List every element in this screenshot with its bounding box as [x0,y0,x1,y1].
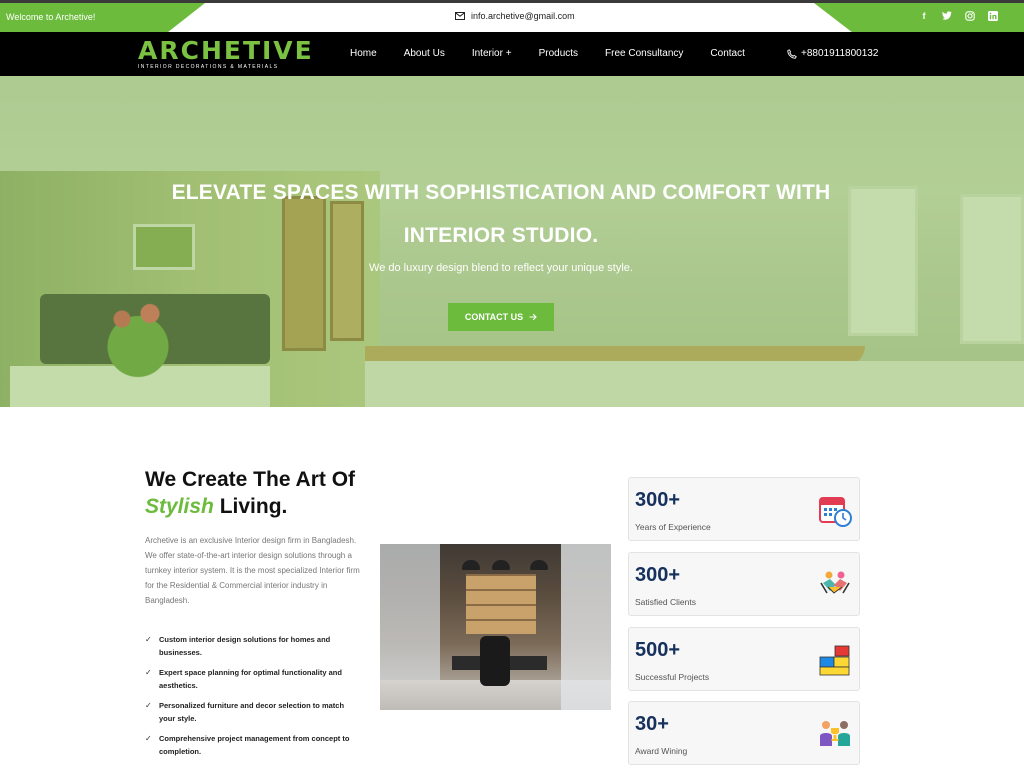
arrow-right-icon [529,313,537,321]
top-email[interactable]: info.archetive@gmail.com [455,11,575,21]
checklist-item: ✓ Custom interior design solutions for ho… [145,635,331,657]
office-glass-wall-right [561,544,611,710]
instagram-icon[interactable] [965,11,975,21]
main-navbar: ARCHETIVE INTERIOR DECORATIONS & MATERIA… [0,32,1024,76]
handshake-icon [820,571,850,594]
pendant-lamp [462,560,480,570]
stat-card-projects: 500+ Successful Projects [628,627,860,691]
stat-number: 300+ [635,489,681,511]
top-bar: Welcome to Archetive! info.archetive@gma… [0,0,1024,32]
stat-card-clients: 300+ Satisfied Clients [628,552,860,616]
stat-card-awards: 30+ Award Wining [628,701,860,765]
nav-menu: Home About Us Interior + Products Free C… [350,48,772,59]
facebook-icon[interactable]: f [919,11,929,21]
nav-item-interior[interactable]: Interior + [472,48,512,59]
feature-checklist: ✓ Custom interior design solutions for ho… [145,633,360,765]
twitter-icon[interactable] [942,11,952,21]
calendar-clock-icon [819,497,852,527]
hero-title: ELEVATE SPACES WITH SOPHISTICATION AND C… [0,171,1002,257]
stat-number: 300+ [635,564,681,586]
hero-title-line-1: ELEVATE SPACES WITH SOPHISTICATION AND C… [171,181,831,204]
nav-phone[interactable]: +8801911800132 [787,48,878,59]
hero-title-line-2: INTERIOR STUDIO. [403,224,599,247]
checklist-item: ✓ Expert space planning for optimal funct… [145,668,342,690]
nav-item-about-us[interactable]: About Us [404,48,445,59]
nav-item-contact[interactable]: Contact [710,48,744,59]
pendant-lamp [492,560,510,570]
stat-label: Satisfied Clients [635,597,696,607]
check-icon: ✓ [145,668,152,677]
about-paragraph: Archetive is an exclusive Interior desig… [145,536,360,605]
phone-number: +8801911800132 [801,48,879,59]
envelope-icon [455,12,465,20]
pendant-lamp [530,560,548,570]
about-heading-line-1: We Create The Art Of [145,468,356,491]
logo-wordmark: ARCHETIVE [138,36,314,65]
stat-number: 500+ [635,639,681,661]
office-chair [480,636,510,686]
hero-tagline: We do luxury design blend to reflect you… [369,262,633,274]
check-icon: ✓ [145,635,152,644]
check-icon: ✓ [145,701,152,710]
checklist-item: ✓ Comprehensive project management from c… [145,734,350,756]
social-links: f [919,11,998,21]
site-logo[interactable]: ARCHETIVE INTERIOR DECORATIONS & MATERIA… [138,36,314,72]
office-shelf [466,574,536,634]
welcome-text: Welcome to Archetive! [6,12,96,22]
about-heading: We Create The Art Of Stylish Living. [145,466,355,520]
checklist-item: ✓ Personalized furniture and decor select… [145,701,345,723]
phone-icon [787,48,797,59]
check-icon: ✓ [145,734,152,743]
office-photo [380,544,611,710]
stat-label: Award Wining [635,746,688,756]
blocks-icon [819,645,850,676]
logo-subtitle: INTERIOR DECORATIONS & MATERIALS [138,64,279,70]
stat-label: Years of Experience [635,522,711,532]
nav-item-free-consultancy[interactable]: Free Consultancy [605,48,683,59]
about-heading-accent: Stylish [145,495,214,518]
hero-banner: ELEVATE SPACES WITH SOPHISTICATION AND C… [0,76,1024,407]
nav-item-home[interactable]: Home [350,48,377,59]
contact-us-button[interactable]: CONTACT US [448,303,554,331]
email-text[interactable]: info.archetive@gmail.com [471,11,575,21]
stat-card-experience: 300+ Years of Experience [628,477,860,541]
stat-label: Successful Projects [635,672,710,682]
contact-us-label: CONTACT US [464,312,524,322]
linkedin-icon[interactable] [988,11,998,21]
nav-item-products[interactable]: Products [539,48,578,59]
award-people-icon [820,721,850,746]
about-heading-rest: Living. [213,495,288,518]
stat-number: 30+ [635,713,669,735]
